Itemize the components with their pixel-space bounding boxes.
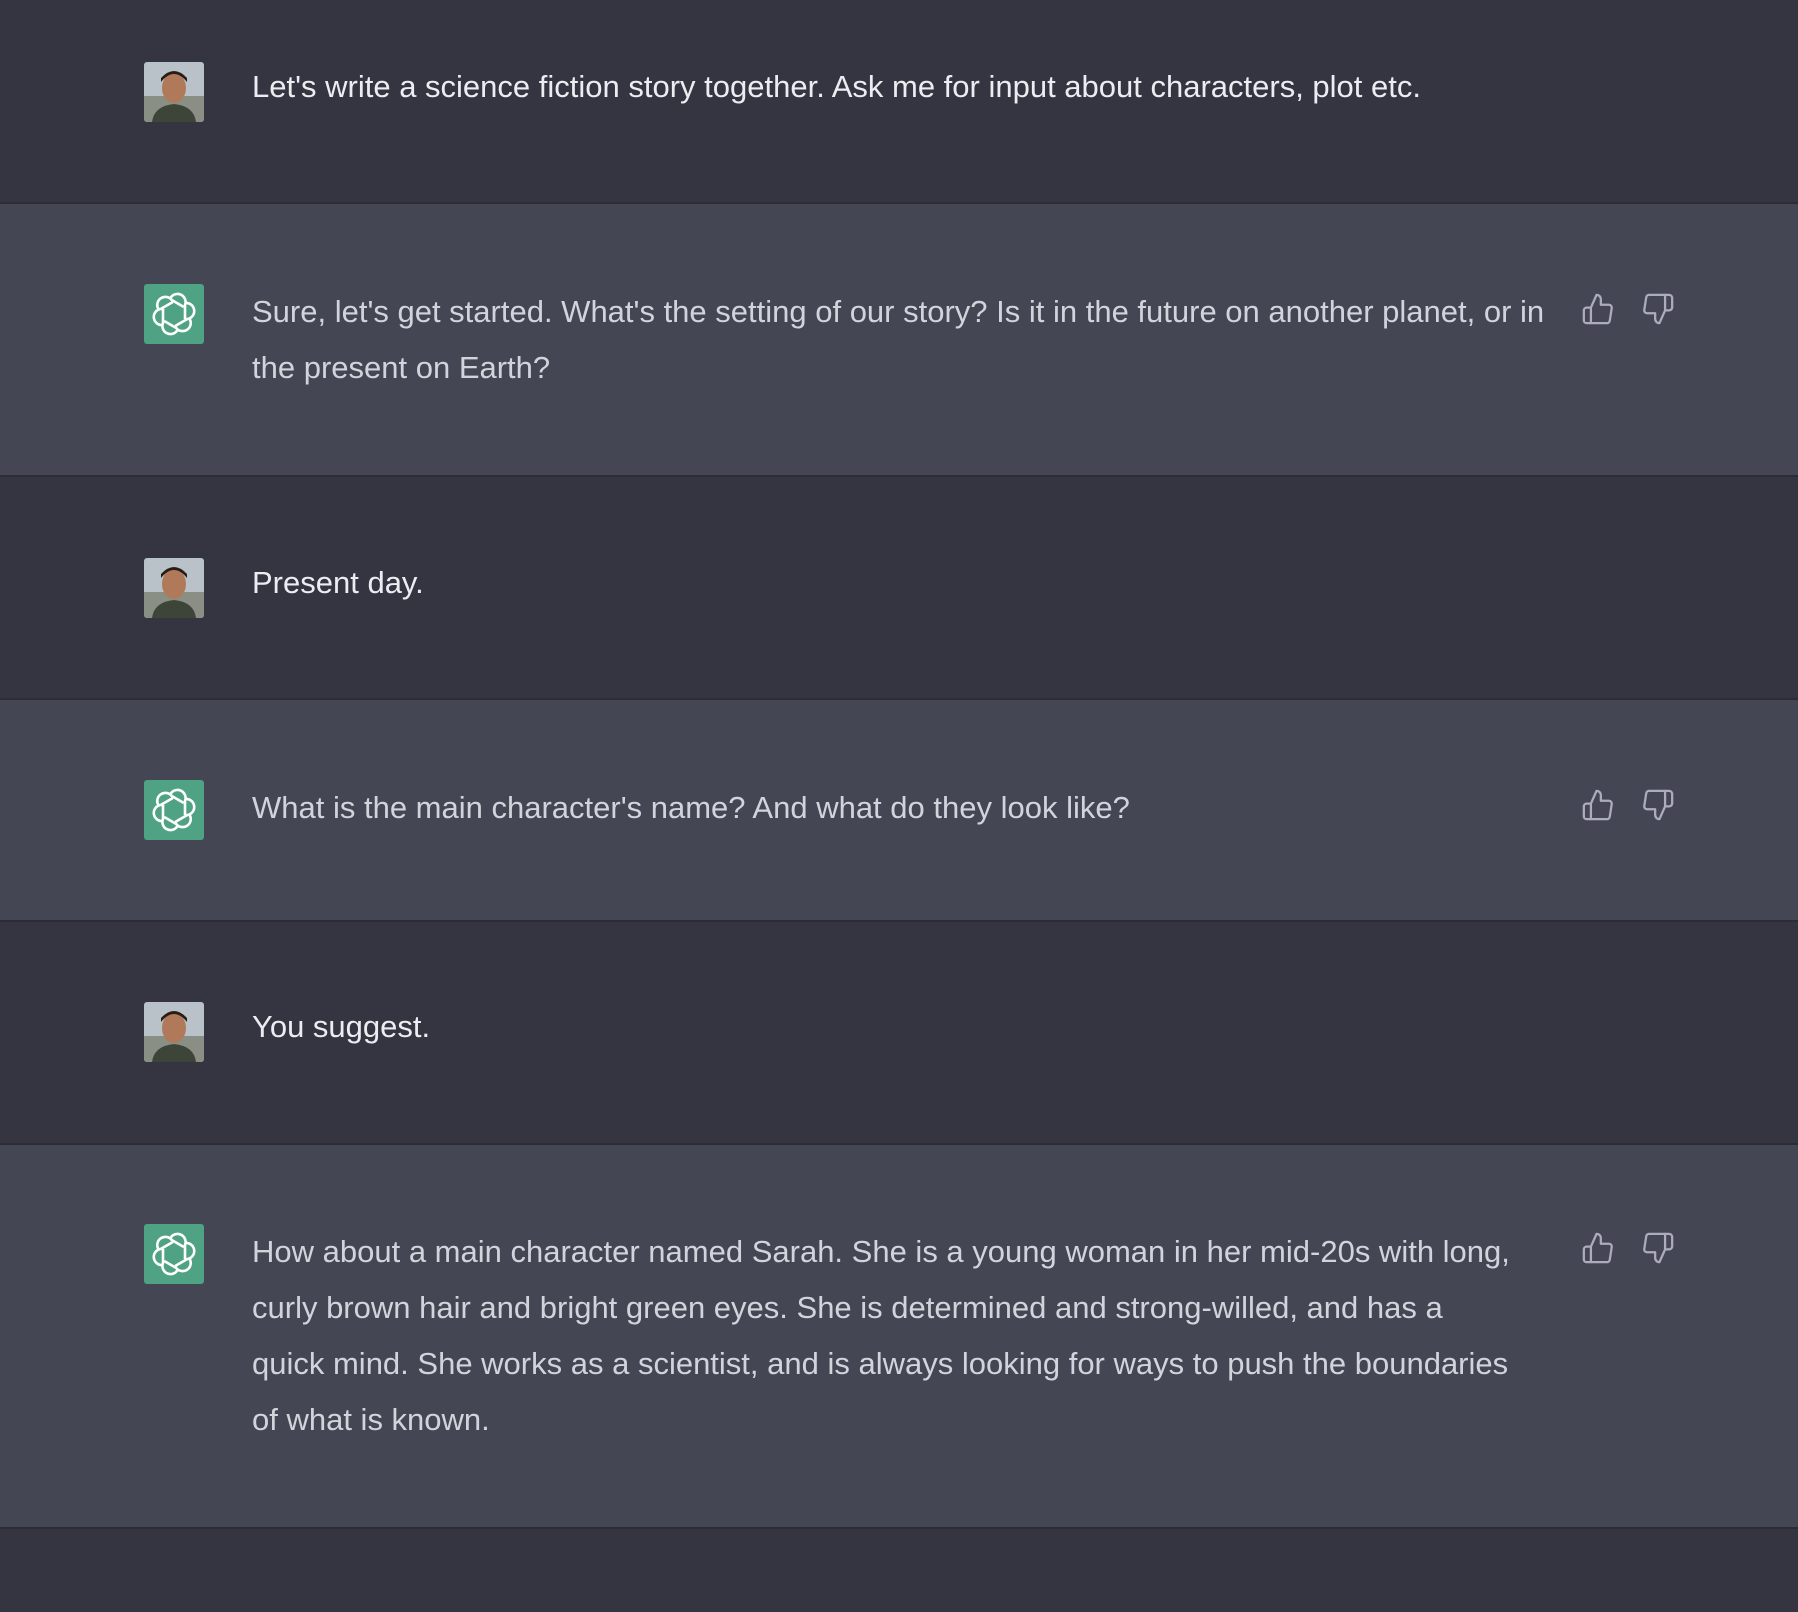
openai-logo-icon <box>152 1232 196 1276</box>
message-text: Let's write a science fiction story toge… <box>252 69 1421 104</box>
thumbs-down-button[interactable] <box>1638 1228 1678 1268</box>
thumbs-up-button[interactable] <box>1578 1228 1618 1268</box>
thumbs-up-icon <box>1582 1232 1613 1264</box>
user-avatar <box>144 558 204 618</box>
openai-logo-icon <box>152 788 196 832</box>
thumbs-down-button[interactable] <box>1638 785 1678 825</box>
message-text: You suggest. <box>252 1009 431 1044</box>
assistant-avatar <box>144 284 204 344</box>
message-text: Present day. <box>252 565 424 600</box>
message-row-assistant: Sure, let's get started. What's the sett… <box>0 204 1798 477</box>
user-avatar <box>144 62 204 122</box>
thumbs-down-button[interactable] <box>1638 289 1678 329</box>
thumbs-up-button[interactable] <box>1578 289 1618 329</box>
message-text: How about a main character named Sarah. … <box>252 1234 1510 1437</box>
assistant-avatar <box>144 780 204 840</box>
message-row-assistant: What is the main character's name? And w… <box>0 700 1798 922</box>
openai-logo-icon <box>152 292 196 336</box>
thumbs-up-icon <box>1582 789 1613 821</box>
message-row-assistant: How about a main character named Sarah. … <box>0 1145 1798 1529</box>
message-text: Sure, let's get started. What's the sett… <box>252 294 1545 385</box>
feedback-actions <box>1578 1228 1678 1268</box>
message-text: What is the main character's name? And w… <box>252 790 1130 825</box>
chat-transcript: Let's write a science fiction story toge… <box>0 0 1798 1612</box>
message-row-user: Let's write a science fiction story toge… <box>0 0 1798 204</box>
user-avatar <box>144 1002 204 1062</box>
thumbs-up-button[interactable] <box>1578 785 1618 825</box>
thumbs-down-icon <box>1643 293 1674 325</box>
assistant-avatar <box>144 1224 204 1284</box>
message-row-user: You suggest. <box>0 922 1798 1145</box>
message-row-user: Present day. <box>0 477 1798 700</box>
thumbs-up-icon <box>1582 293 1613 325</box>
thumbs-down-icon <box>1643 789 1674 821</box>
feedback-actions <box>1578 289 1678 329</box>
thumbs-down-icon <box>1643 1232 1674 1264</box>
feedback-actions <box>1578 785 1678 825</box>
